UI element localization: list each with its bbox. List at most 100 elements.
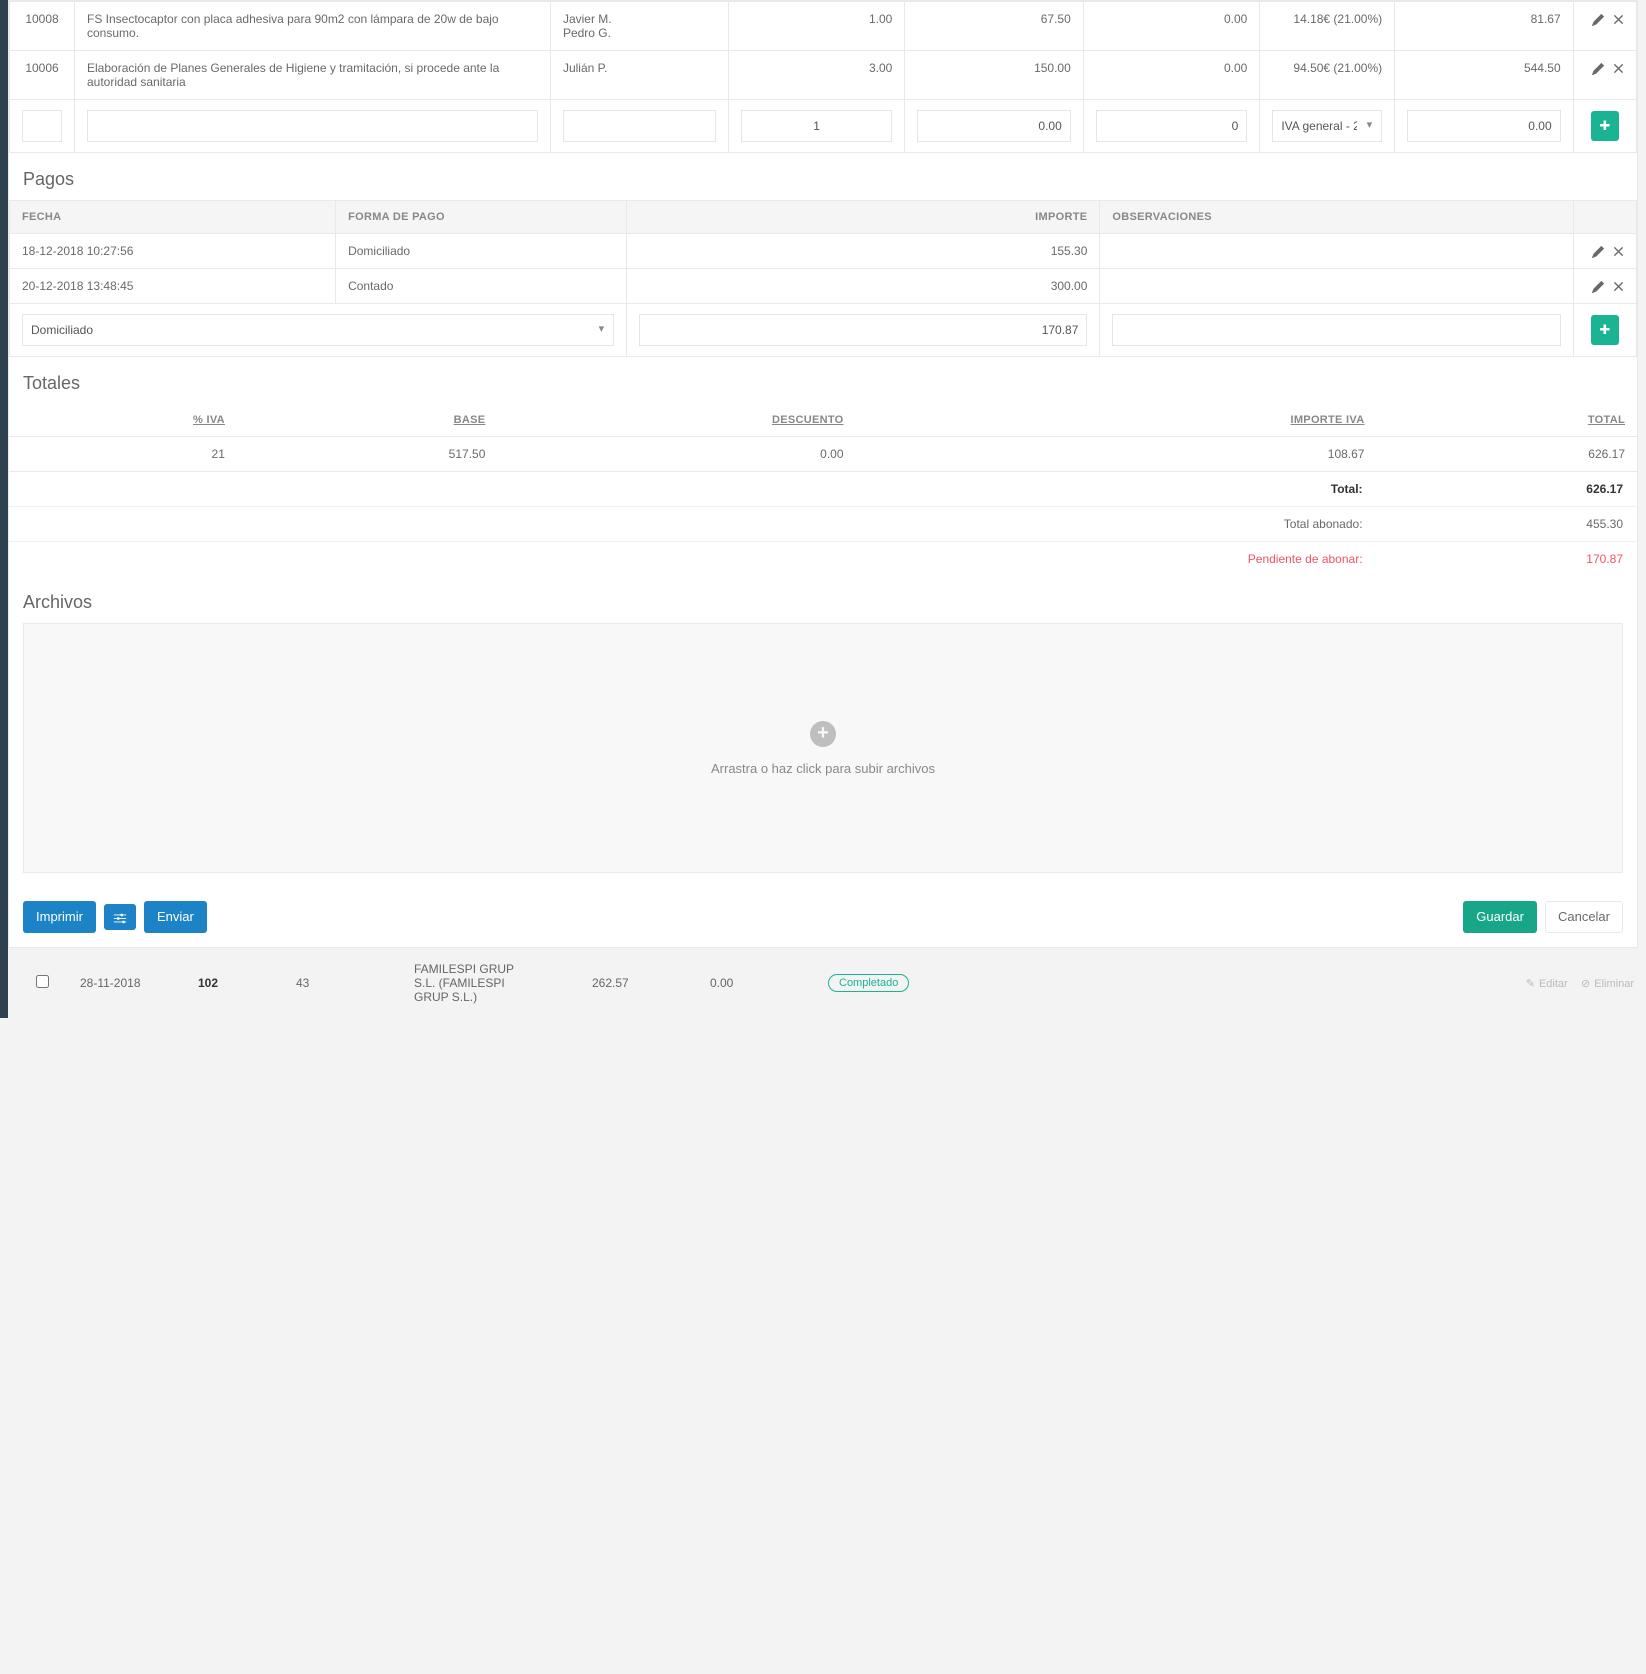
line-code: 10008 bbox=[10, 2, 75, 51]
delete-icon[interactable] bbox=[1613, 12, 1624, 26]
table-row: 28-11-2018 102 43 FAMILESPI GRUP S.L. (F… bbox=[0, 958, 1646, 1008]
file-dropzone[interactable]: + Arrastra o haz click para subir archiv… bbox=[23, 623, 1623, 873]
edit-icon[interactable] bbox=[1592, 12, 1604, 26]
guardar-button[interactable]: Guardar bbox=[1463, 901, 1537, 933]
col-importe: IMPORTE bbox=[627, 201, 1100, 234]
tot-desc: 0.00 bbox=[497, 437, 855, 472]
new-line-row: IVA general - 21 ✚ bbox=[10, 100, 1637, 153]
sliders-icon bbox=[113, 909, 127, 926]
col-obs: OBSERVACIONES bbox=[1100, 201, 1573, 234]
imprimir-button[interactable]: Imprimir bbox=[23, 901, 96, 933]
line-price: 150.00 bbox=[905, 51, 1083, 100]
new-line-subtotal-input[interactable] bbox=[1407, 110, 1561, 142]
table-row: 10006 Elaboración de Planes Generales de… bbox=[10, 51, 1637, 100]
bg-client: FAMILESPI GRUP S.L. (FAMILESPI GRUP S.L.… bbox=[414, 962, 584, 1004]
delete-icon[interactable] bbox=[1613, 244, 1624, 258]
line-code: 10006 bbox=[10, 51, 75, 100]
bg-importe: 262.57 bbox=[592, 976, 702, 990]
totales-summary: Total: 626.17 Total abonado: 455.30 Pend… bbox=[9, 472, 1637, 576]
pagos-title: Pagos bbox=[9, 153, 1637, 200]
line-discount: 0.00 bbox=[1083, 51, 1260, 100]
line-discount: 0.00 bbox=[1083, 2, 1260, 51]
new-line-tech-input[interactable] bbox=[563, 110, 716, 142]
tot-base: 517.50 bbox=[237, 437, 497, 472]
dropzone-text: Arrastra o haz click para subir archivos bbox=[711, 761, 935, 776]
edit-icon: ✎ bbox=[1526, 977, 1535, 990]
new-pago-row: Domiciliado ✚ bbox=[10, 304, 1637, 357]
pago-fecha: 18-12-2018 10:27:56 bbox=[10, 234, 336, 269]
col-descuento: DESCUENTO bbox=[497, 404, 855, 437]
pago-importe: 300.00 bbox=[627, 269, 1100, 304]
line-tech: Javier M. Pedro G. bbox=[550, 2, 728, 51]
edit-icon[interactable] bbox=[1592, 244, 1604, 258]
line-subtotal: 81.67 bbox=[1395, 2, 1574, 51]
col-fecha: FECHA bbox=[10, 201, 336, 234]
line-qty: 1.00 bbox=[728, 2, 905, 51]
new-pago-importe-input[interactable] bbox=[639, 314, 1087, 346]
row-checkbox[interactable] bbox=[36, 975, 49, 988]
new-line-desc-input[interactable] bbox=[87, 110, 538, 142]
col-total: TOTAL bbox=[1376, 404, 1637, 437]
delete-icon[interactable] bbox=[1613, 61, 1624, 75]
ban-icon: ⊘ bbox=[1581, 977, 1590, 990]
new-pago-forma-select[interactable]: Domiciliado bbox=[22, 314, 614, 346]
totales-title: Totales bbox=[9, 357, 1637, 404]
status-badge: Completado bbox=[828, 974, 909, 992]
cancelar-button[interactable]: Cancelar bbox=[1545, 901, 1623, 933]
add-line-button[interactable]: ✚ bbox=[1591, 111, 1619, 141]
col-forma: FORMA DE PAGO bbox=[336, 201, 627, 234]
delete-icon[interactable] bbox=[1613, 279, 1624, 293]
summary-abonado-value: 455.30 bbox=[1377, 507, 1637, 542]
new-line-iva-select[interactable]: IVA general - 21 bbox=[1272, 110, 1382, 142]
totales-table: % IVA BASE DESCUENTO IMPORTE IVA TOTAL 2… bbox=[9, 404, 1637, 472]
line-subtotal: 544.50 bbox=[1395, 51, 1574, 100]
archivos-title: Archivos bbox=[9, 576, 1637, 623]
new-line-price-input[interactable] bbox=[917, 110, 1070, 142]
new-line-code-input[interactable] bbox=[22, 110, 62, 142]
line-iva: 14.18€ (21.00%) bbox=[1260, 2, 1395, 51]
modal-footer: Imprimir Enviar Guardar Cancelar bbox=[9, 887, 1637, 947]
tot-pct: 21 bbox=[9, 437, 237, 472]
pagos-table: FECHA FORMA DE PAGO IMPORTE OBSERVACIONE… bbox=[9, 200, 1637, 357]
line-tech: Julián P. bbox=[550, 51, 728, 100]
editar-link[interactable]: ✎Editar bbox=[1526, 977, 1568, 990]
new-line-qty-input[interactable] bbox=[741, 110, 893, 142]
lines-table: 10008 FS Insectocaptor con placa adhesiv… bbox=[9, 1, 1637, 153]
add-pago-button[interactable]: ✚ bbox=[1591, 315, 1619, 345]
table-row: 10008 FS Insectocaptor con placa adhesiv… bbox=[10, 2, 1637, 51]
col-base: BASE bbox=[237, 404, 497, 437]
bg-num: 102 bbox=[198, 976, 288, 990]
pago-importe: 155.30 bbox=[627, 234, 1100, 269]
summary-abonado-label: Total abonado: bbox=[9, 507, 1377, 542]
edit-icon[interactable] bbox=[1592, 279, 1604, 293]
print-options-button[interactable] bbox=[104, 904, 136, 931]
bg-fecha: 28-11-2018 bbox=[80, 976, 190, 990]
summary-pendiente-label: Pendiente de abonar: bbox=[9, 542, 1377, 577]
line-desc: Elaboración de Planes Generales de Higie… bbox=[75, 51, 551, 100]
plus-circle-icon: ✚ bbox=[1599, 117, 1610, 135]
col-importe-iva: IMPORTE IVA bbox=[856, 404, 1377, 437]
edit-icon[interactable] bbox=[1592, 61, 1604, 75]
plus-circle-icon: + bbox=[810, 721, 836, 747]
line-price: 67.50 bbox=[905, 2, 1083, 51]
new-line-discount-input[interactable] bbox=[1096, 110, 1248, 142]
line-desc: FS Insectocaptor con placa adhesiva para… bbox=[75, 2, 551, 51]
eliminar-link[interactable]: ⊘Eliminar bbox=[1581, 977, 1634, 990]
table-row: 20-12-2018 13:48:45 Contado 300.00 bbox=[10, 269, 1637, 304]
summary-pendiente-value: 170.87 bbox=[1377, 542, 1637, 577]
pago-fecha: 20-12-2018 13:48:45 bbox=[10, 269, 336, 304]
summary-total-value: 626.17 bbox=[1377, 472, 1637, 507]
table-row: 18-12-2018 10:27:56 Domiciliado 155.30 bbox=[10, 234, 1637, 269]
enviar-button[interactable]: Enviar bbox=[144, 901, 207, 933]
pago-forma: Domiciliado bbox=[336, 234, 627, 269]
background-list: 28-11-2018 102 43 FAMILESPI GRUP S.L. (F… bbox=[0, 948, 1646, 1018]
bg-col4: 43 bbox=[296, 976, 406, 990]
table-row: 21 517.50 0.00 108.67 626.17 bbox=[9, 437, 1637, 472]
line-qty: 3.00 bbox=[728, 51, 905, 100]
pago-obs bbox=[1100, 234, 1573, 269]
tot-importe-iva: 108.67 bbox=[856, 437, 1377, 472]
col-pct-iva: % IVA bbox=[9, 404, 237, 437]
pago-forma: Contado bbox=[336, 269, 627, 304]
tot-total: 626.17 bbox=[1376, 437, 1637, 472]
new-pago-obs-input[interactable] bbox=[1112, 314, 1560, 346]
